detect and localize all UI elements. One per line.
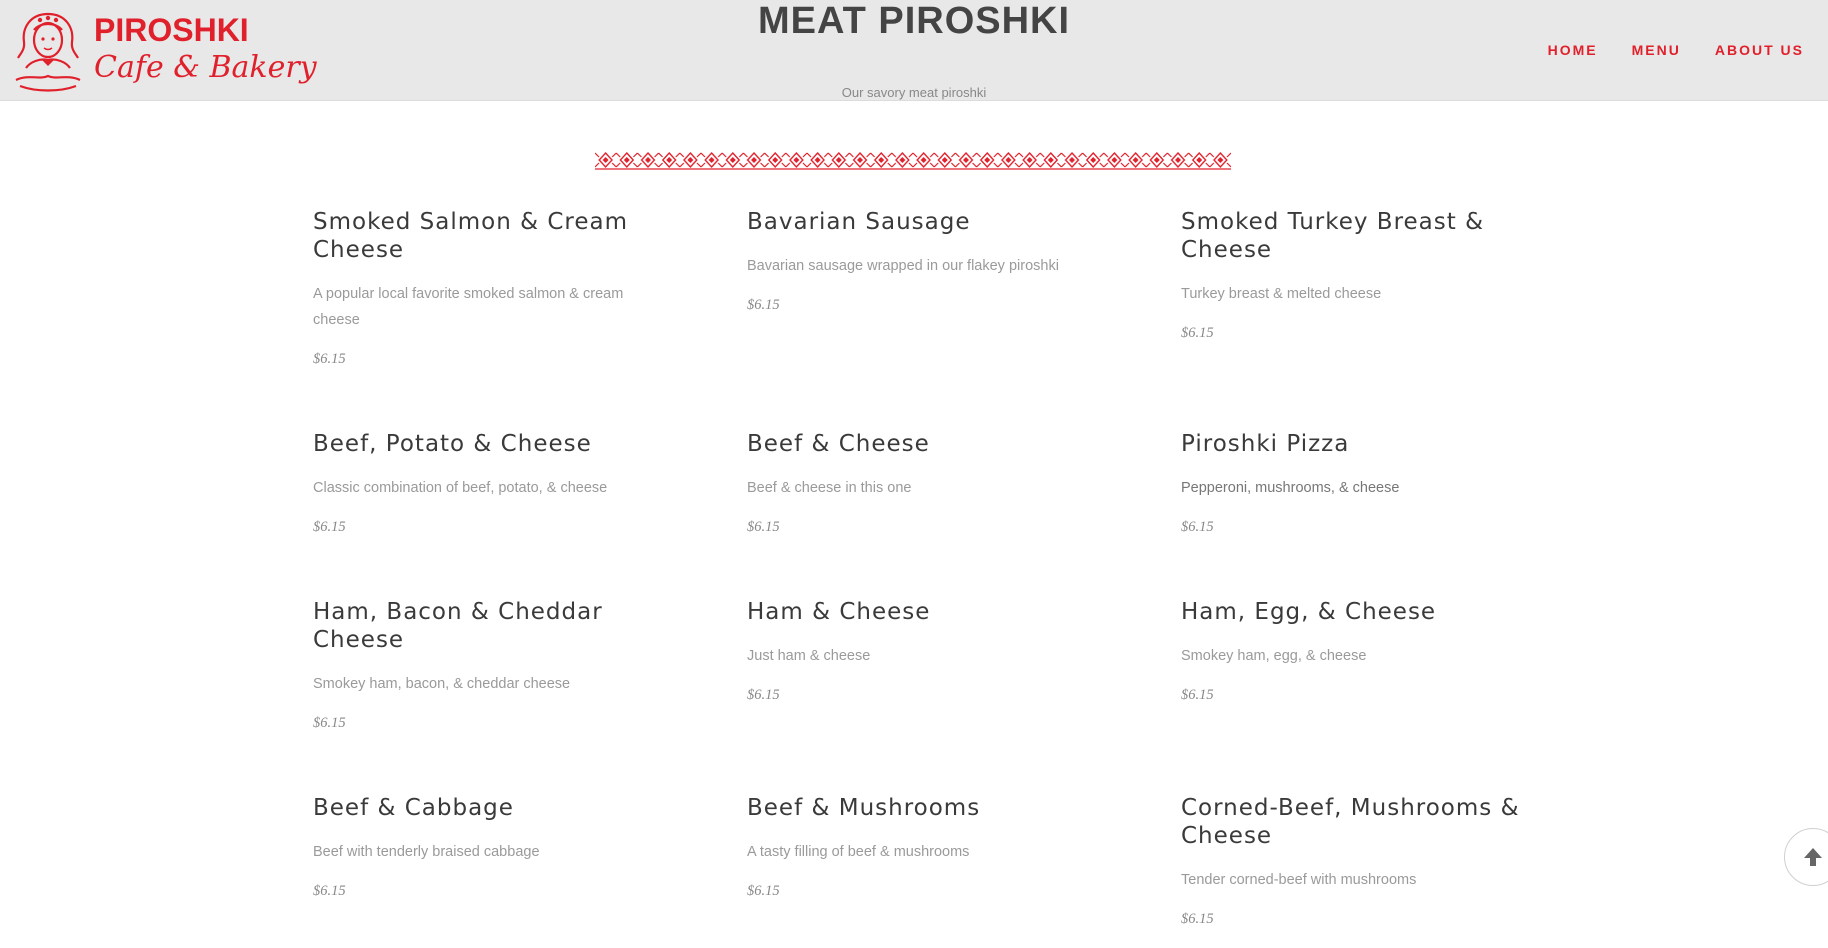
menu-item-price: $6.15 — [1181, 519, 1214, 535]
menu-item-price: $6.15 — [313, 351, 346, 367]
menu-item: Beef, Potato & Cheese Classic combinatio… — [313, 430, 653, 536]
menu-item-name: Ham, Egg, & Cheese — [1181, 599, 1437, 625]
brand-tagline: Cafe & Bakery — [94, 50, 317, 85]
menu-item: Smoked Salmon & Cream Cheese A popular l… — [313, 208, 653, 368]
menu-item-price: $6.15 — [747, 883, 780, 899]
menu-item: Beef & Cabbage Beef with tenderly braise… — [313, 794, 653, 900]
menu-item-description: Pepperoni, mushrooms, & cheese — [1181, 480, 1400, 496]
menu-item-name: Beef & Cheese — [747, 431, 930, 457]
menu-item-price: $6.15 — [1181, 325, 1214, 341]
menu-item-description: Beef with tenderly braised cabbage — [313, 844, 540, 860]
menu-item-price: $6.15 — [313, 715, 346, 731]
menu-item-name: Beef & Cabbage — [313, 795, 514, 821]
menu-item-name: Piroshki Pizza — [1181, 431, 1350, 457]
nav-menu-link[interactable]: MENU — [1632, 42, 1681, 58]
menu-item: Bavarian Sausage Bavarian sausage wrappe… — [747, 208, 1087, 314]
menu-item-description: Classic combination of beef, potato, & c… — [313, 480, 608, 496]
menu-item-name: Beef, Potato & Cheese — [313, 431, 592, 457]
menu-item: Ham, Bacon & Cheddar Cheese Smokey ham, … — [313, 598, 653, 732]
menu-item-name: Ham, Bacon & Cheddar Cheese — [313, 599, 603, 653]
menu-item: Smoked Turkey Breast & Cheese Turkey bre… — [1181, 208, 1521, 342]
menu-item: Ham, Egg, & Cheese Smokey ham, egg, & ch… — [1181, 598, 1521, 704]
menu-item-description: Bavarian sausage wrapped in our flakey p… — [747, 258, 1059, 274]
menu-item-price: $6.15 — [313, 883, 346, 899]
menu-item-name: Bavarian Sausage — [747, 209, 971, 235]
menu-item-price: $6.15 — [1181, 687, 1214, 703]
menu-item-price: $6.15 — [747, 687, 780, 703]
menu-item: Corned-Beef, Mushrooms & Cheese Tender c… — [1181, 794, 1521, 928]
menu-item-name: Beef & Mushrooms — [747, 795, 981, 821]
menu-item-description: A tasty filling of beef & mushrooms — [747, 844, 970, 860]
main-nav: HOME MENU ABOUT US — [1514, 42, 1804, 58]
arrow-up-icon — [1804, 848, 1822, 866]
menu-item-name: Ham & Cheese — [747, 599, 931, 625]
site-header: PIROSHKI Cafe & Bakery MEAT PIROSHKI Our… — [0, 0, 1828, 101]
scroll-to-top-button[interactable] — [1784, 828, 1828, 886]
nav-home-link[interactable]: HOME — [1548, 42, 1598, 58]
menu-item-description: Beef & cheese in this one — [747, 480, 912, 496]
menu-item: Ham & Cheese Just ham & cheese $6.15 — [747, 598, 1087, 704]
menu-item-name: Smoked Turkey Breast & Cheese — [1181, 209, 1485, 263]
page-title: MEAT PIROSHKI — [757, 0, 1071, 42]
menu-item-price: $6.15 — [313, 519, 346, 535]
menu-item-price: $6.15 — [747, 297, 780, 313]
menu-item-description: Tender corned-beef with mushrooms — [1181, 872, 1417, 888]
nav-about-link[interactable]: ABOUT US — [1715, 42, 1804, 58]
menu-item: Beef & Mushrooms A tasty filling of beef… — [747, 794, 1087, 900]
menu-item: Beef & Cheese Beef & cheese in this one … — [747, 430, 1087, 536]
menu-item-name: Smoked Salmon & Cream Cheese — [313, 209, 628, 263]
menu-item: Piroshki Pizza Pepperoni, mushrooms, & c… — [1181, 430, 1521, 536]
menu-item-description: Turkey breast & melted cheese — [1181, 286, 1382, 302]
menu-item-price: $6.15 — [1181, 911, 1214, 927]
menu-item-description: A popular local favorite smoked salmon &… — [313, 286, 624, 328]
embroidery-ornament-icon — [595, 150, 1231, 170]
menu-item-description: Smokey ham, bacon, & cheddar cheese — [313, 676, 571, 692]
menu-item-description: Just ham & cheese — [747, 648, 871, 664]
menu-item-description: Smokey ham, egg, & cheese — [1181, 648, 1367, 664]
page-subtitle: Our savory meat piroshki — [841, 85, 987, 100]
menu-item-name: Corned-Beef, Mushrooms & Cheese — [1181, 795, 1520, 849]
menu-item-price: $6.15 — [747, 519, 780, 535]
